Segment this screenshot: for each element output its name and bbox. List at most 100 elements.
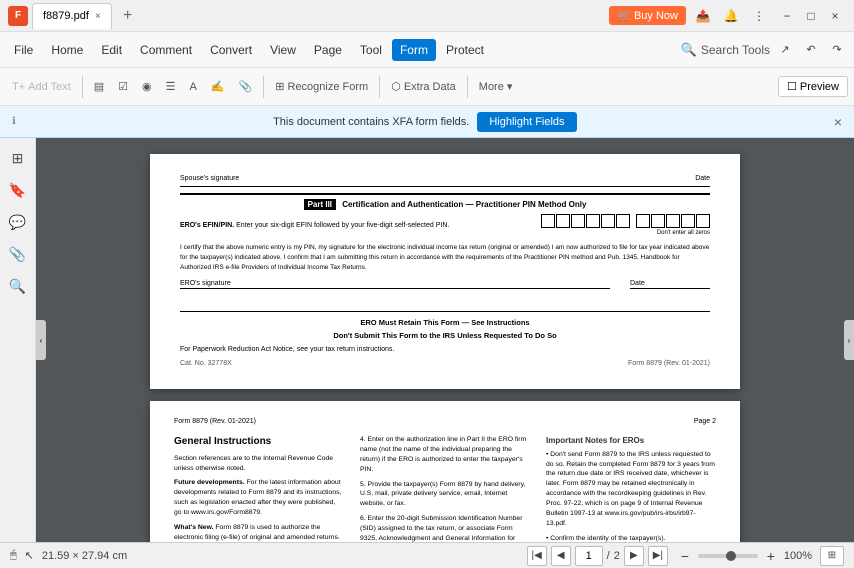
app-tab[interactable]: f8879.pdf × xyxy=(32,3,112,29)
cart-icon: 🛒 xyxy=(617,9,631,22)
toolbar-separator-4 xyxy=(467,76,468,98)
sidebar-comment-icon[interactable]: 💬 xyxy=(4,208,32,236)
tab-close-btn[interactable]: × xyxy=(95,11,101,22)
title-bar-right: 🛒 Buy Now 📤 🔔 ⋮ − □ × xyxy=(609,5,846,27)
left-panel-collapse-btn[interactable]: ‹ xyxy=(36,320,46,360)
cat-no: Cat. No. 32778X xyxy=(180,359,232,369)
sidebar-bookmark-icon[interactable]: 🔖 xyxy=(4,176,32,204)
col2-item5: 5. Provide the taxpayer(s) Form 8879 by … xyxy=(360,480,530,510)
section-title: Certification and Authentication — Pract… xyxy=(342,200,586,209)
notification-icon[interactable]: 🔔 xyxy=(720,5,742,27)
whats-new-label: What's New. xyxy=(174,524,214,531)
menu-convert[interactable]: Convert xyxy=(202,39,260,61)
page2-col1: General Instructions Section references … xyxy=(174,435,344,542)
more-options-icon[interactable]: ⋮ xyxy=(748,5,770,27)
page2-col2: 4. Enter on the authorization line in Pa… xyxy=(360,435,530,542)
zoom-percentage[interactable]: 100% xyxy=(784,550,812,562)
date-label-1: Date xyxy=(695,174,710,184)
form-toolbar: T+ Add Text ▤ ☑ ◉ ☰ A ✍ 📎 ⊞ Recognize Fo… xyxy=(0,68,854,106)
extra-data-icon: ⬡ xyxy=(391,80,401,93)
sidebar-attach-icon[interactable]: 📎 xyxy=(4,240,32,268)
forward-icon[interactable]: ↷ xyxy=(826,39,848,61)
checkbox-icon: ☑ xyxy=(118,80,128,93)
status-bar: 🖱 ↖ 21.59 × 27.94 cm |◀ ◀ / 2 ▶ ▶| − + 1… xyxy=(0,542,854,568)
future-dev-label: Future developments. xyxy=(174,479,245,486)
mouse-icon: 🖱 xyxy=(10,549,17,562)
window-controls: − □ × xyxy=(776,5,846,27)
page-dimensions: 21.59 × 27.94 cm xyxy=(42,550,127,562)
col2-item6: 6. Enter the 20-digit Submission Identif… xyxy=(360,514,530,542)
menu-form[interactable]: Form xyxy=(392,39,436,61)
menu-page[interactable]: Page xyxy=(306,39,350,61)
form-rev-label: Form 8879 (Rev. 01-2021) xyxy=(628,359,710,369)
menu-protect[interactable]: Protect xyxy=(438,39,492,61)
zoom-out-btn[interactable]: − xyxy=(676,547,694,565)
zoom-slider[interactable] xyxy=(698,554,758,558)
sidebar-pages-icon[interactable]: ⊞ xyxy=(4,144,32,172)
attach-btn[interactable]: 📎 xyxy=(233,76,259,97)
add-tab-btn[interactable]: + xyxy=(116,4,140,28)
text-field-btn[interactable]: A xyxy=(184,77,203,97)
align-icon: ▤ xyxy=(94,80,104,93)
right-panel-collapse-btn[interactable]: › xyxy=(844,320,854,360)
menu-edit[interactable]: Edit xyxy=(93,39,130,61)
recognize-form-btn[interactable]: ⊞ Recognize Form xyxy=(269,76,374,97)
gen-instructions-title: General Instructions xyxy=(174,435,344,450)
gen-intro: Section references are to the Internal R… xyxy=(174,454,344,474)
toolbar-right: ☐ Preview xyxy=(778,76,848,97)
important-notes-title: Important Notes for EROs xyxy=(546,435,716,447)
share-icon[interactable]: 📤 xyxy=(692,5,714,27)
minimize-button[interactable]: − xyxy=(776,5,798,27)
fit-page-btn[interactable]: ⊞ xyxy=(820,546,844,566)
menu-home[interactable]: Home xyxy=(43,39,91,61)
extra-data-btn[interactable]: ⬡ Extra Data xyxy=(385,76,462,97)
page2-page-num: Page 2 xyxy=(694,417,716,427)
total-pages: 2 xyxy=(614,550,620,562)
menu-file[interactable]: File xyxy=(6,39,41,61)
menu-view[interactable]: View xyxy=(262,39,304,61)
certify-text: I certify that the above numeric entry i… xyxy=(180,243,710,272)
important-item-1: • Don't send Form 8879 to the IRS unless… xyxy=(546,450,716,529)
zoom-thumb[interactable] xyxy=(726,551,736,561)
radio-icon: ◉ xyxy=(142,80,152,93)
buy-now-button[interactable]: 🛒 Buy Now xyxy=(609,6,686,25)
radio-btn[interactable]: ◉ xyxy=(136,76,158,97)
dont-enter-label: Don't enter all zeros xyxy=(657,229,710,237)
section-header: Part III Certification and Authenticatio… xyxy=(180,193,710,210)
menu-bar: File Home Edit Comment Convert View Page… xyxy=(0,32,854,68)
toolbar-separator-3 xyxy=(379,76,380,98)
menu-comment[interactable]: Comment xyxy=(132,39,200,61)
sidebar-search-icon[interactable]: 🔍 xyxy=(4,272,32,300)
notification-content: This document contains XFA form fields. … xyxy=(16,112,834,132)
more-btn[interactable]: More ▾ xyxy=(473,76,519,97)
toolbar-separator-1 xyxy=(82,76,83,98)
add-text-icon: T+ xyxy=(12,81,25,93)
add-text-btn[interactable]: T+ Add Text xyxy=(6,77,77,97)
first-page-btn[interactable]: |◀ xyxy=(527,546,547,566)
page2-form-ref: Form 8879 (Rev. 01-2021) xyxy=(174,417,256,427)
next-page-btn[interactable]: ▶ xyxy=(624,546,644,566)
checkbox-btn[interactable]: ☑ xyxy=(112,76,134,97)
attach-icon: 📎 xyxy=(239,80,253,93)
align-btn[interactable]: ▤ xyxy=(88,76,110,97)
col2-item4: 4. Enter on the authorization line in Pa… xyxy=(360,435,530,474)
menu-tool[interactable]: Tool xyxy=(352,39,390,61)
open-external-icon[interactable]: ↗ xyxy=(774,39,796,61)
preview-checkbox-icon: ☐ xyxy=(787,80,797,93)
highlight-fields-btn[interactable]: Highlight Fields xyxy=(477,112,576,132)
zoom-in-btn[interactable]: + xyxy=(762,547,780,565)
sign-btn[interactable]: ✍ xyxy=(205,76,231,97)
left-sidebar: ⊞ 🔖 💬 📎 🔍 xyxy=(0,138,36,542)
back-icon[interactable]: ↶ xyxy=(800,39,822,61)
sign-icon: ✍ xyxy=(211,80,225,93)
current-page-input[interactable] xyxy=(575,546,603,566)
notification-close-btn[interactable]: × xyxy=(834,114,842,130)
last-page-btn[interactable]: ▶| xyxy=(648,546,668,566)
close-button[interactable]: × xyxy=(824,5,846,27)
preview-btn[interactable]: ☐ Preview xyxy=(778,76,848,97)
list-btn[interactable]: ☰ xyxy=(160,76,182,97)
prev-page-btn[interactable]: ◀ xyxy=(551,546,571,566)
more-chevron-icon: ▾ xyxy=(507,80,513,93)
maximize-button[interactable]: □ xyxy=(800,5,822,27)
page-navigation: |◀ ◀ / 2 ▶ ▶| xyxy=(527,546,668,566)
